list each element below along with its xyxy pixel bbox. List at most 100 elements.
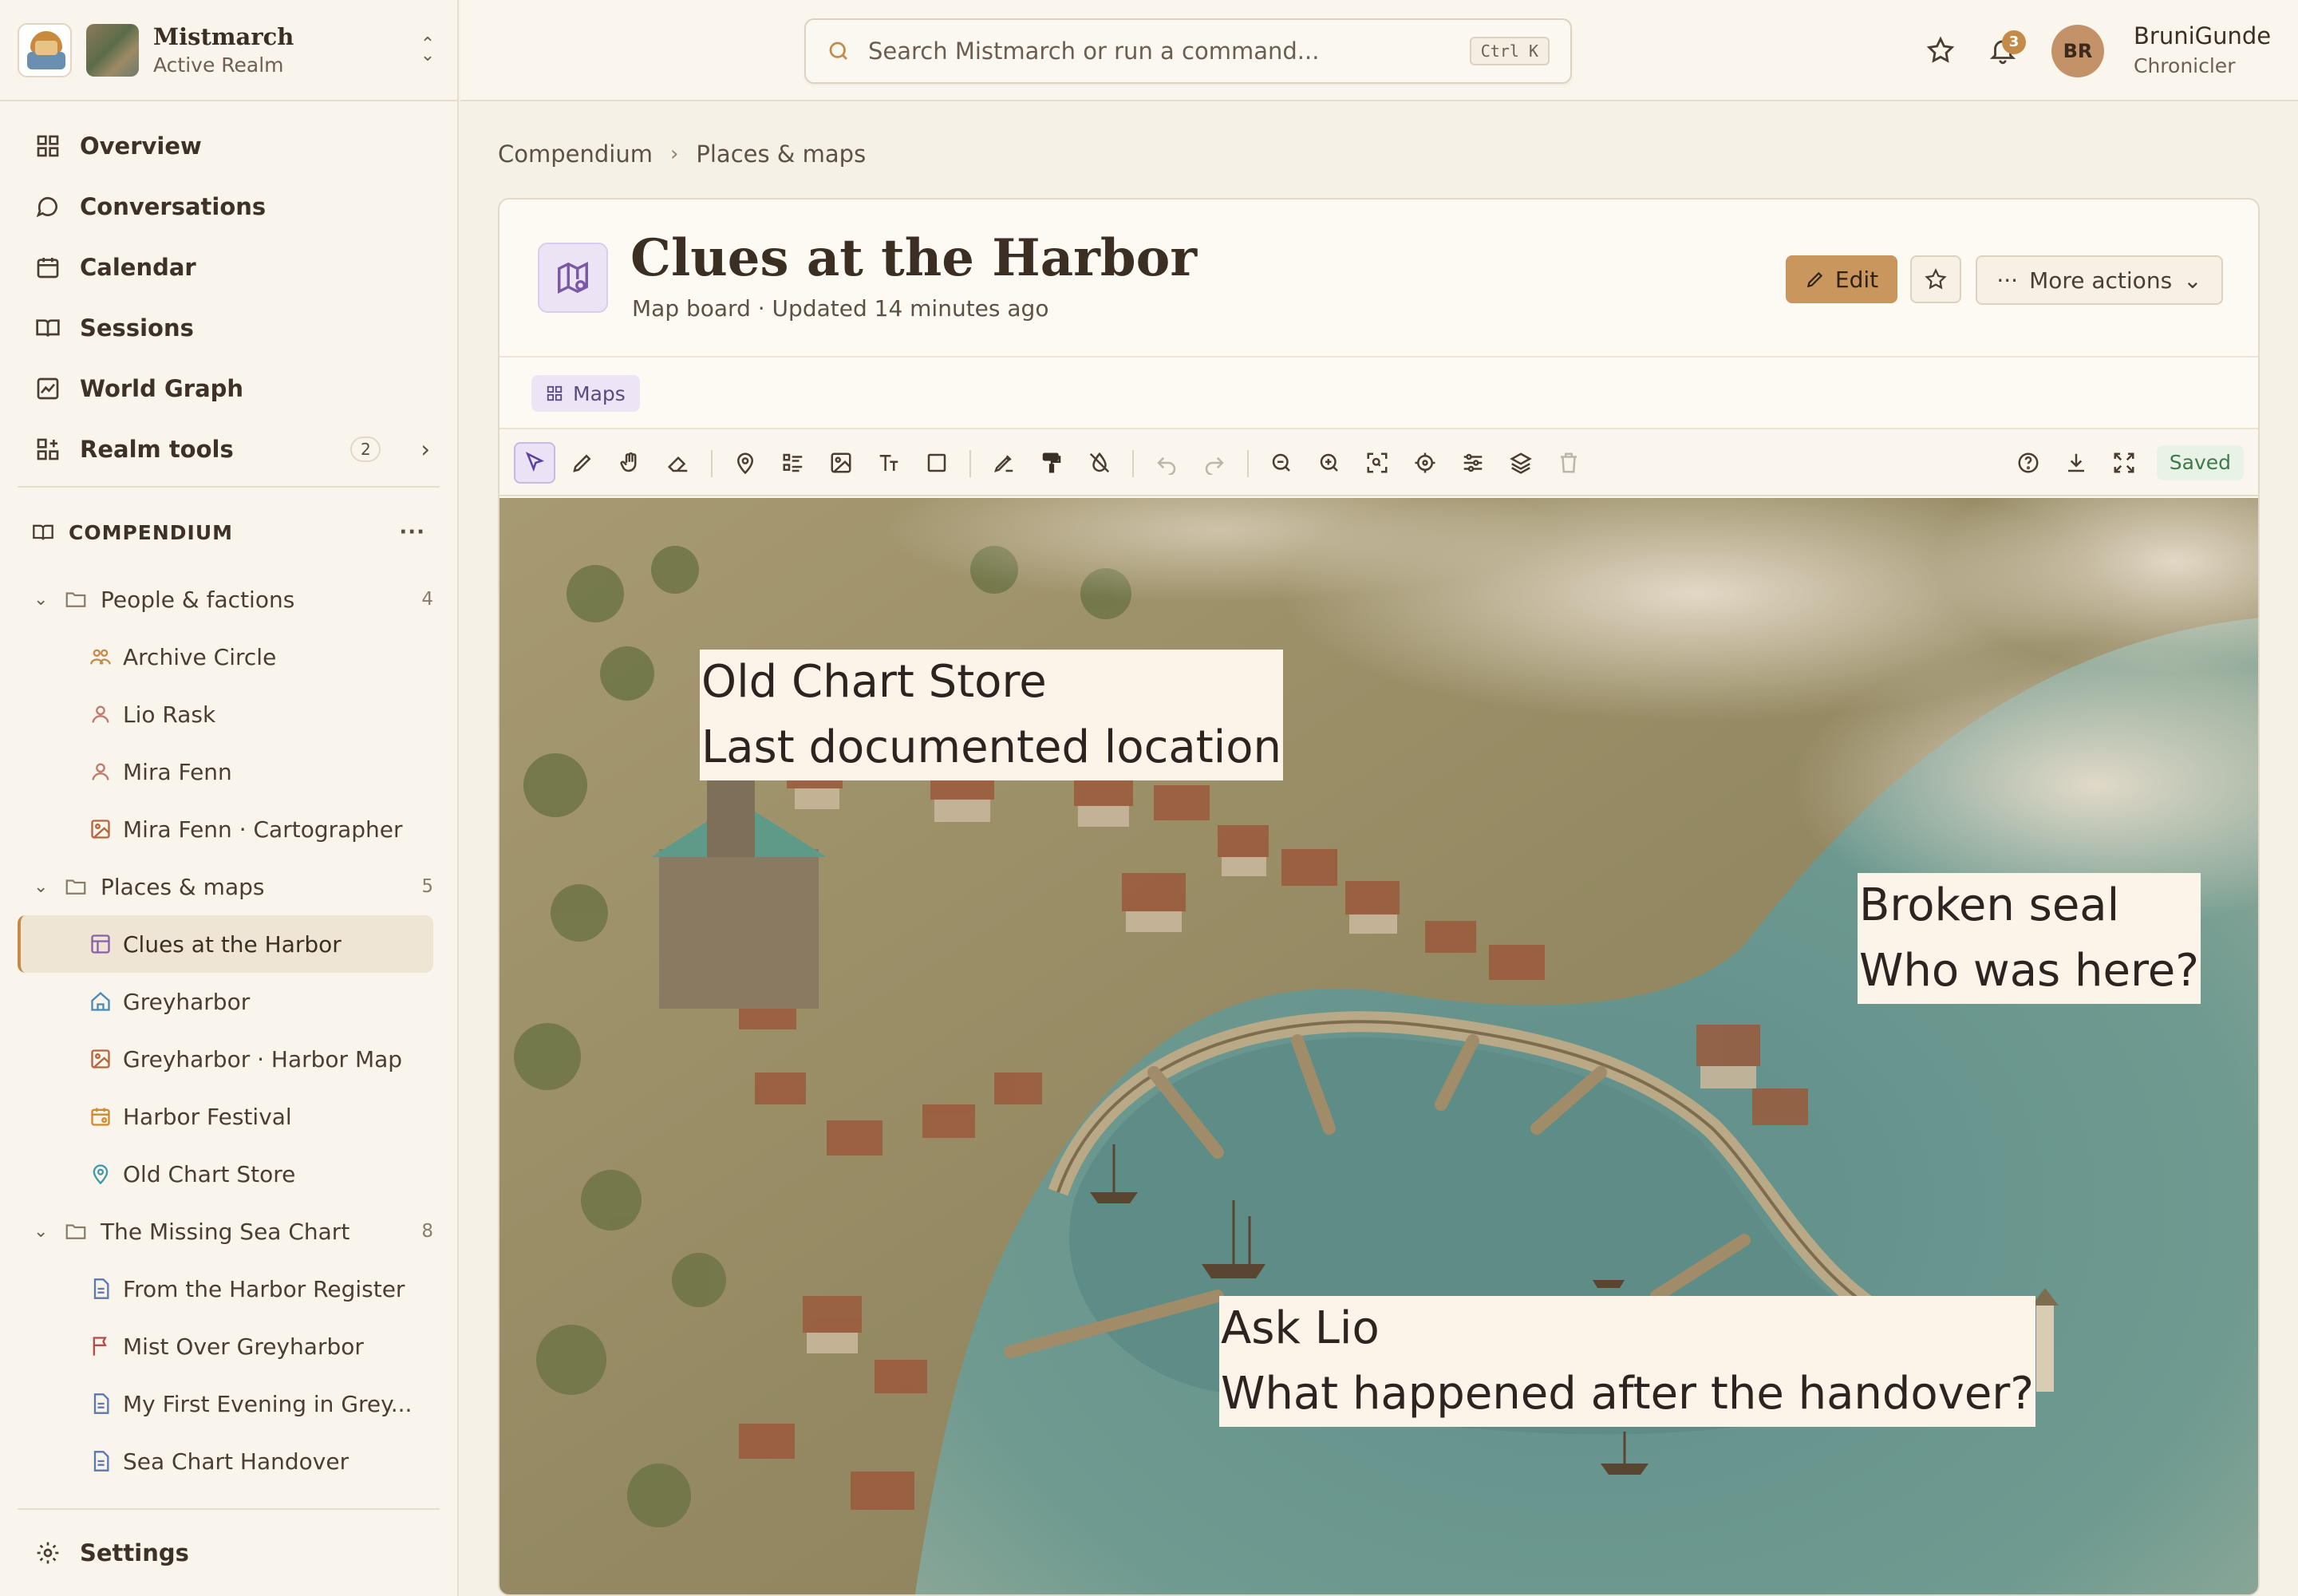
folder-people-factions[interactable]: ⌄ People & factions 4: [0, 571, 457, 628]
tree-item-first-evening[interactable]: My First Evening in Grey...: [0, 1375, 457, 1432]
list-tool[interactable]: [772, 442, 814, 484]
star-icon[interactable]: [1925, 35, 1956, 65]
group-icon: [90, 649, 111, 665]
chevron-down-icon[interactable]: ⌄: [34, 1222, 51, 1242]
tree-item-label: Lio Rask: [123, 701, 216, 728]
doc-icon: [93, 1393, 109, 1414]
image-tool[interactable]: [820, 442, 862, 484]
tree-item-label: Archive Circle: [123, 643, 277, 670]
folder-missing-sea-chart[interactable]: ⌄ The Missing Sea Chart 8: [0, 1203, 457, 1260]
tree-item-mist-over-greyharbor[interactable]: Mist Over Greyharbor: [0, 1317, 457, 1375]
map-board-icon: [538, 243, 608, 313]
nav-item-conversations[interactable]: Conversations: [0, 176, 457, 237]
favorite-button[interactable]: [1910, 255, 1961, 303]
gear-icon: [37, 1542, 59, 1564]
pen-style-tool[interactable]: [983, 442, 1025, 484]
realm-switcher[interactable]: Mistmarch Active Realm ⌃ ⌄: [0, 0, 457, 101]
folder-label: People & factions: [101, 586, 295, 613]
tree-item-old-chart-store[interactable]: Old Chart Store: [0, 1145, 457, 1203]
nav-item-settings[interactable]: Settings: [18, 1508, 440, 1596]
pencil-icon: [573, 454, 591, 472]
nav-item-calendar[interactable]: Calendar: [0, 237, 457, 298]
user-role: Chronicler: [2134, 54, 2236, 77]
search-input[interactable]: Search Mistmarch or run a command... Ctr…: [804, 18, 1572, 84]
book-icon: [33, 524, 53, 540]
paint-roller-icon: [1042, 452, 1061, 473]
tree-item-mira-fenn-cartographer[interactable]: Mira Fenn · Cartographer: [0, 800, 457, 858]
more-actions-button[interactable]: ··· More actions ⌄: [1976, 255, 2223, 305]
help-icon: [2018, 452, 2039, 473]
event-icon: [91, 1108, 110, 1126]
delete-button[interactable]: [1548, 442, 1589, 484]
nav-item-realm-tools[interactable]: Realm tools 2 ›: [0, 419, 457, 480]
shape-tool[interactable]: [916, 442, 958, 484]
tree-item-archive-circle[interactable]: Archive Circle: [0, 628, 457, 685]
nav-item-world-graph[interactable]: World Graph: [0, 358, 457, 419]
chevron-down-icon[interactable]: ⌄: [34, 877, 51, 897]
page-meta: Map board · Updated 14 minutes ago: [632, 295, 1049, 322]
redo-icon: [1205, 456, 1224, 475]
fullscreen-button[interactable]: [2103, 442, 2145, 484]
page-title: Clues at the Harbor: [630, 228, 1198, 288]
user-name[interactable]: BruniGunde: [2134, 22, 2271, 49]
adjust-button[interactable]: [1452, 442, 1494, 484]
map-note-ask-lio[interactable]: Ask Lio What happened after the handover…: [1219, 1296, 2036, 1427]
more-icon: ···: [1996, 267, 2019, 294]
more-actions-label: More actions: [2029, 267, 2173, 294]
help-button[interactable]: [2008, 442, 2049, 484]
tree-item-mira-fenn[interactable]: Mira Fenn: [0, 743, 457, 800]
edit-button[interactable]: Edit: [1786, 255, 1897, 303]
tree-item-greyharbor-harbor-map[interactable]: Greyharbor · Harbor Map: [0, 1030, 457, 1088]
map-note-old-chart-store[interactable]: Old Chart Store Last documented location: [700, 650, 1283, 780]
map-toolbar: Saved: [499, 429, 2258, 496]
zoom-fit-button[interactable]: [1356, 442, 1398, 484]
image-icon: [91, 1049, 110, 1069]
tree-item-sea-chart-handover[interactable]: Sea Chart Handover: [0, 1432, 457, 1490]
map-note-broken-seal[interactable]: Broken seal Who was here?: [1858, 873, 2201, 1004]
nav-item-sessions[interactable]: Sessions: [0, 298, 457, 358]
tree-item-lio-rask[interactable]: Lio Rask: [0, 685, 457, 743]
no-fill-tool[interactable]: [1079, 442, 1120, 484]
tree-item-label: Sea Chart Handover: [123, 1448, 349, 1475]
tree-item-harbor-festival[interactable]: Harbor Festival: [0, 1088, 457, 1145]
page-header: Clues at the Harbor Map board · Updated …: [499, 200, 2258, 358]
download-button[interactable]: [2055, 442, 2097, 484]
undo-button[interactable]: [1146, 442, 1187, 484]
map-canvas[interactable]: Old Chart Store Last documented location…: [499, 498, 2258, 1594]
text-tool[interactable]: [868, 442, 910, 484]
tree-item-label: Mira Fenn: [123, 758, 232, 785]
select-tool[interactable]: [514, 442, 555, 484]
compendium-header: COMPENDIUM ···: [0, 494, 457, 571]
tree-item-clues-at-the-harbor[interactable]: Clues at the Harbor: [18, 915, 433, 973]
avatar[interactable]: BR: [2051, 25, 2104, 77]
chevron-up-down-icon[interactable]: ⌃ ⌄: [416, 35, 440, 64]
chevron-down-icon[interactable]: ⌄: [34, 590, 51, 610]
pin-tool[interactable]: [725, 442, 766, 484]
eraser-tool[interactable]: [657, 442, 699, 484]
nav-badge: 2: [350, 437, 381, 462]
nav-item-overview[interactable]: Overview: [0, 116, 457, 176]
breadcrumb-current[interactable]: Places & maps: [696, 140, 866, 168]
center-button[interactable]: [1404, 442, 1446, 484]
note-body: Who was here?: [1859, 945, 2199, 997]
toolbar-divider: [1247, 450, 1249, 477]
pencil-tool[interactable]: [562, 442, 603, 484]
pan-tool[interactable]: [610, 442, 651, 484]
tree-item-harbor-register[interactable]: From the Harbor Register: [0, 1260, 457, 1317]
breadcrumb-link[interactable]: Compendium: [498, 140, 653, 168]
more-icon[interactable]: ···: [399, 520, 425, 544]
layers-icon: [1510, 452, 1532, 474]
tag-maps[interactable]: Maps: [531, 375, 640, 412]
redo-button[interactable]: [1194, 442, 1235, 484]
layers-button[interactable]: [1500, 442, 1542, 484]
fill-tool[interactable]: [1031, 442, 1072, 484]
zoom-out-button[interactable]: [1261, 442, 1302, 484]
chevron-right-icon[interactable]: ›: [421, 436, 430, 463]
nav-label: Conversations: [80, 193, 267, 220]
tree-item-label: From the Harbor Register: [123, 1275, 405, 1302]
tree-item-greyharbor[interactable]: Greyharbor: [0, 973, 457, 1030]
realm-subtitle: Active Realm: [153, 53, 284, 77]
toolbar-divider: [711, 450, 713, 477]
zoom-in-button[interactable]: [1309, 442, 1350, 484]
folder-places-maps[interactable]: ⌄ Places & maps 5: [0, 858, 457, 915]
